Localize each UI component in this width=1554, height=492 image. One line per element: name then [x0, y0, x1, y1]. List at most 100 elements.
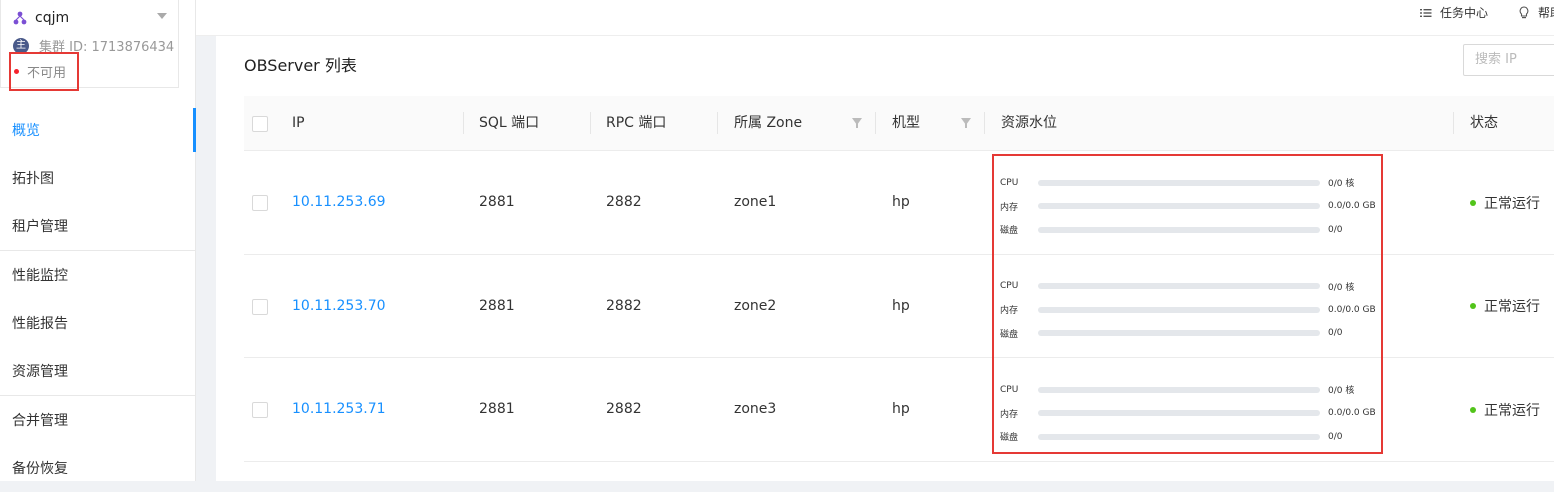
- resource-usage: CPU 0/0 核 内存 0.0/0.0 GB 磁盘 0/0: [1000, 275, 1380, 346]
- column-header-model[interactable]: 机型: [892, 96, 920, 151]
- server-state: 正常运行: [1470, 255, 1540, 358]
- observer-list-panel: OBServer 列表 搜索 IP IP SQL 端口 RPC 端口 所属 Zo…: [216, 36, 1554, 481]
- row-checkbox[interactable]: [252, 298, 268, 315]
- column-header-sql-port[interactable]: SQL 端口: [479, 96, 539, 151]
- column-header-ip[interactable]: IP: [292, 96, 305, 151]
- cluster-icon: [13, 11, 27, 25]
- memory-usage-value: 0.0/0.0 GB: [1328, 304, 1376, 315]
- status-dot-icon: [1470, 199, 1476, 206]
- disk-label: 磁盘: [1000, 433, 1019, 444]
- rpc-port-cell: 2882: [606, 401, 642, 417]
- server-state-text: 正常运行: [1484, 299, 1540, 315]
- server-state: 正常运行: [1470, 358, 1540, 461]
- memory-usage-line: 内存 0.0/0.0 GB: [1000, 402, 1380, 426]
- observer-table: IP SQL 端口 RPC 端口 所属 Zone 机型 资源水位 状态 10.1…: [244, 96, 1554, 462]
- content-gutter: [196, 36, 216, 481]
- memory-usage-value: 0.0/0.0 GB: [1328, 201, 1376, 212]
- disk-label: 磁盘: [1000, 226, 1019, 237]
- memory-label: 内存: [1000, 306, 1019, 317]
- column-separator: [717, 112, 718, 134]
- cpu-usage-bar: [1038, 386, 1320, 393]
- rpc-port-cell: 2882: [606, 194, 642, 210]
- sidebar-item-merge[interactable]: 合并管理: [0, 396, 195, 444]
- task-center-link[interactable]: 任务中心: [1420, 4, 1488, 21]
- sidebar-item-label: 性能监控: [12, 268, 68, 284]
- column-separator: [590, 112, 591, 134]
- resource-usage: CPU 0/0 核 内存 0.0/0.0 GB 磁盘 0/0: [1000, 378, 1380, 449]
- column-separator: [463, 112, 464, 134]
- help-label: 帮助: [1538, 6, 1554, 20]
- cluster-status-badge: 不可用: [9, 52, 79, 91]
- cpu-label: CPU: [1000, 177, 1019, 188]
- memory-usage-line: 内存 0.0/0.0 GB: [1000, 195, 1380, 219]
- cluster-name: cqjm: [35, 10, 70, 26]
- sql-port-cell: 2881: [479, 194, 515, 210]
- sidebar-item-performance-monitor[interactable]: 性能监控: [0, 251, 195, 299]
- server-state-text: 正常运行: [1484, 195, 1540, 212]
- cpu-usage-value: 0/0 核: [1328, 282, 1355, 293]
- zone-filter-icon[interactable]: [852, 118, 862, 128]
- cluster-name-row: cqjm: [13, 8, 69, 28]
- zone-cell: zone3: [734, 401, 777, 417]
- disk-usage-bar: [1038, 433, 1320, 440]
- model-filter-icon[interactable]: [961, 118, 971, 128]
- sidebar-item-tenants[interactable]: 租户管理: [0, 202, 195, 250]
- status-dot-icon: [1470, 303, 1476, 309]
- sidebar: cqjm 主 集群 ID: 1713876434 不可用 概览 拓扑图 租户管理…: [0, 0, 196, 481]
- memory-usage-bar: [1038, 410, 1320, 417]
- sidebar-item-label: 拓扑图: [12, 171, 54, 187]
- disk-usage-bar: [1038, 330, 1320, 337]
- column-header-zone[interactable]: 所属 Zone: [734, 96, 802, 151]
- row-checkbox[interactable]: [252, 402, 268, 418]
- table-row: 10.11.253.70 2881 2882 zone2 hp CPU 0/0 核…: [244, 255, 1554, 358]
- memory-label: 内存: [1000, 409, 1019, 420]
- cpu-usage-bar: [1038, 283, 1320, 290]
- top-bar: 任务中心 帮助: [196, 0, 1554, 36]
- help-link[interactable]: 帮助: [1518, 4, 1554, 21]
- sidebar-item-performance-report[interactable]: 性能报告: [0, 299, 195, 347]
- disk-usage-line: 磁盘 0/0: [1000, 218, 1380, 242]
- cpu-usage-value: 0/0 核: [1328, 386, 1355, 397]
- disk-usage-bar: [1038, 226, 1320, 233]
- column-header-state: 状态: [1470, 115, 1498, 131]
- table-header: IP SQL 端口 RPC 端口 所属 Zone 机型 资源水位 状态: [244, 96, 1554, 151]
- model-cell: hp: [892, 297, 910, 314]
- zone-cell: zone1: [734, 194, 777, 210]
- task-center-label: 任务中心: [1440, 6, 1489, 20]
- select-all-checkbox[interactable]: [252, 116, 268, 132]
- memory-usage-bar: [1038, 203, 1320, 210]
- disk-label: 磁盘: [1000, 329, 1019, 340]
- resource-usage: CPU 0/0 核 内存 0.0/0.0 GB 磁盘 0/0: [1000, 171, 1380, 242]
- server-state: 正常运行: [1470, 151, 1540, 254]
- sidebar-item-resources[interactable]: 资源管理: [0, 347, 195, 395]
- model-cell: hp: [892, 194, 910, 210]
- memory-label: 内存: [1000, 202, 1019, 213]
- search-input[interactable]: 搜索 IP: [1463, 44, 1554, 76]
- memory-usage-bar: [1038, 306, 1320, 313]
- sidebar-item-backup[interactable]: 备份恢复: [0, 444, 195, 492]
- sidebar-item-label: 资源管理: [12, 364, 68, 380]
- cpu-usage-value: 0/0 核: [1328, 179, 1355, 190]
- server-ip-link[interactable]: 10.11.253.70: [292, 255, 386, 358]
- lightbulb-icon: [1519, 6, 1529, 19]
- cpu-usage-line: CPU 0/0 核: [1000, 378, 1380, 402]
- table-row: 10.11.253.71 2881 2882 zone3 hp CPU 0/0 核…: [244, 358, 1554, 462]
- sql-port-cell: 2881: [479, 297, 515, 314]
- server-state-text: 正常运行: [1484, 402, 1540, 419]
- server-ip-link[interactable]: 10.11.253.69: [292, 151, 386, 254]
- status-dot-icon: [14, 69, 19, 74]
- rpc-port-cell: 2882: [606, 297, 642, 314]
- column-header-resource: 资源水位: [1001, 115, 1057, 131]
- disk-usage-value: 0/0: [1328, 224, 1343, 235]
- sidebar-menu: 概览 拓扑图 租户管理 性能监控 性能报告 资源管理 合并管理 备份恢复: [0, 106, 196, 492]
- disk-usage-line: 磁盘 0/0: [1000, 322, 1380, 346]
- sidebar-item-topology[interactable]: 拓扑图: [0, 154, 195, 202]
- sidebar-item-label: 合并管理: [12, 413, 68, 429]
- sidebar-item-overview[interactable]: 概览: [0, 106, 196, 154]
- chevron-down-icon[interactable]: [157, 13, 167, 19]
- sql-port-cell: 2881: [479, 401, 515, 417]
- column-header-rpc-port[interactable]: RPC 端口: [606, 96, 666, 151]
- zone-cell: zone2: [734, 297, 777, 314]
- server-ip-link[interactable]: 10.11.253.71: [292, 358, 386, 461]
- row-checkbox[interactable]: [252, 195, 268, 211]
